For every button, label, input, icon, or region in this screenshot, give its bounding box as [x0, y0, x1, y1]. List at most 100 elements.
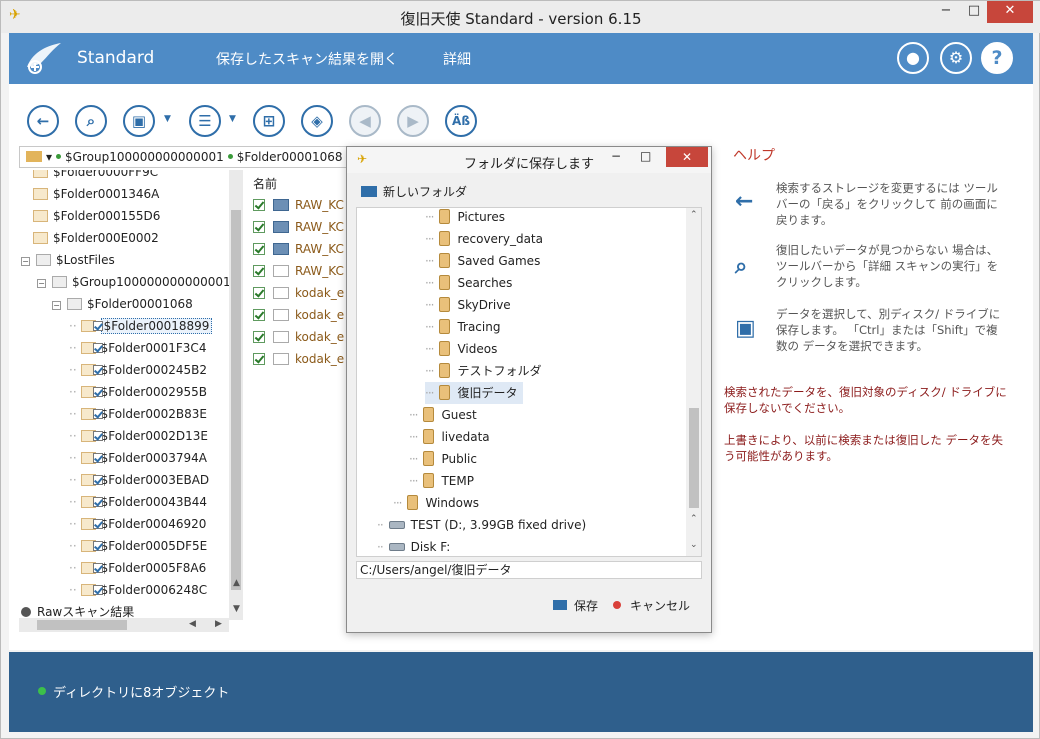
scrollbar-thumb[interactable] — [689, 408, 699, 508]
checkbox[interactable] — [253, 309, 265, 321]
tree-item[interactable]: ·· $Folder0006248C — [69, 580, 207, 600]
dialog-tree-item[interactable]: ·· TEST (D:, 3.99GB fixed drive) — [377, 514, 586, 536]
dialog-save-button[interactable]: 保存 — [553, 597, 598, 614]
checkbox[interactable] — [92, 475, 103, 485]
dialog-tree-item[interactable]: ··· Searches — [425, 272, 512, 294]
checkbox[interactable] — [253, 199, 265, 211]
grid-view-button[interactable]: ⊞ — [253, 105, 285, 137]
checkbox[interactable] — [92, 343, 103, 353]
file-row[interactable]: RAW_KC — [253, 194, 344, 216]
tree-item[interactable]: ·· $Folder0002955B — [69, 382, 207, 402]
radio-icon[interactable] — [21, 607, 31, 617]
new-folder-button[interactable]: 新しいフォルダ — [361, 183, 467, 200]
tree-horizontal-scrollbar[interactable] — [19, 618, 229, 632]
dialog-tree-item[interactable]: ··· テストフォルダ — [425, 360, 541, 382]
checkbox[interactable] — [253, 331, 265, 343]
checkbox[interactable] — [92, 321, 103, 331]
tree-item[interactable]: − $Group100000000000001 — [37, 272, 231, 292]
file-row[interactable]: RAW_KC — [253, 238, 344, 260]
help-button[interactable]: ? — [981, 42, 1013, 74]
dialog-tree-item[interactable]: ··· Windows — [393, 492, 479, 514]
close-button[interactable]: ✕ — [987, 1, 1033, 23]
maximize-button[interactable]: □ — [640, 149, 651, 163]
tree-item[interactable]: ·· $Folder0005DF5E — [69, 536, 207, 556]
find-button[interactable]: ◈ — [301, 105, 333, 137]
destination-path-field[interactable]: C:/Users/angel/復旧データ — [356, 561, 702, 579]
next-button[interactable]: ▶ — [397, 105, 429, 137]
dialog-tree-scrollbar[interactable]: ⌃ ⌃ ⌄ — [686, 208, 701, 556]
checkbox[interactable] — [92, 387, 103, 397]
checkbox[interactable] — [253, 353, 265, 365]
list-view-button[interactable]: ☰ — [189, 105, 221, 137]
collapse-icon[interactable]: − — [21, 257, 30, 266]
tree-item[interactable]: $Folder0001346A — [33, 184, 159, 204]
tree-item[interactable]: ·· $Folder00043B44 — [69, 492, 207, 512]
tree-item[interactable]: ·· $Folder0001F3C4 — [69, 338, 206, 358]
checkbox[interactable] — [92, 453, 103, 463]
minimize-button[interactable]: − — [611, 149, 621, 163]
menu-open-saved-scan[interactable]: 保存したスキャン結果を開く — [216, 49, 398, 69]
checkbox[interactable] — [253, 243, 265, 255]
tree-item[interactable]: $Folder000155D6 — [33, 206, 160, 226]
maximize-button[interactable]: □ — [959, 1, 989, 23]
previous-button[interactable]: ◀ — [349, 105, 381, 137]
save-dropdown-icon[interactable]: ▼ — [164, 114, 171, 124]
dialog-folder-tree[interactable]: ··· Pictures ··· recovery_data ··· Saved Ga… — [356, 207, 702, 557]
dialog-tree-item[interactable]: ··· Guest — [409, 404, 477, 426]
checkbox[interactable] — [253, 221, 265, 233]
checkbox[interactable] — [253, 265, 265, 277]
view-dropdown-icon[interactable]: ▼ — [229, 114, 236, 124]
tree-item[interactable]: ·· $Folder0002D13E — [69, 426, 208, 446]
tree-item[interactable]: $Folder0000FF9C — [33, 170, 158, 182]
scroll-left-icon[interactable]: ◀ — [189, 619, 196, 629]
tree-item[interactable]: ·· $Folder0003794A — [69, 448, 207, 468]
tree-item[interactable]: ·· $Folder0002B83E — [69, 404, 207, 424]
checkbox[interactable] — [92, 585, 103, 595]
minimize-button[interactable]: − — [931, 1, 961, 23]
tree-item[interactable]: ·· $Folder000245B2 — [69, 360, 207, 380]
menu-details[interactable]: 詳細 — [443, 49, 471, 69]
dialog-tree-item-selected[interactable]: ··· 復旧データ — [425, 382, 524, 404]
checkbox[interactable] — [92, 541, 103, 551]
path-dropdown-icon[interactable]: ▾ — [46, 150, 52, 164]
file-row[interactable]: kodak_e — [253, 304, 344, 326]
collapse-icon[interactable]: − — [52, 301, 61, 310]
dialog-tree-item[interactable]: ··· Tracing — [425, 316, 500, 338]
checkbox[interactable] — [92, 431, 103, 441]
dialog-tree-item[interactable]: ··· recovery_data — [425, 228, 543, 250]
dialog-tree-item[interactable]: ··· livedata — [409, 426, 490, 448]
dialog-tree-item[interactable]: ··· Videos — [425, 338, 497, 360]
scroll-up-icon[interactable]: ⌃ — [690, 210, 698, 220]
file-row[interactable]: RAW_KC — [253, 216, 344, 238]
back-button[interactable]: ← — [27, 105, 59, 137]
dialog-tree-item[interactable]: ··· SkyDrive — [425, 294, 511, 316]
tree-item[interactable]: − $Folder00001068 — [52, 294, 193, 314]
checkbox[interactable] — [92, 365, 103, 375]
settings-button[interactable]: ⚙ — [940, 42, 972, 74]
collapse-icon[interactable]: − — [37, 279, 46, 288]
tree-item[interactable]: ·· $Folder0003EBAD — [69, 470, 209, 490]
folder-tree[interactable]: $Folder0000FF9C $Folder0001346A $Folder0… — [19, 170, 241, 632]
checkbox[interactable] — [92, 409, 103, 419]
dialog-tree-item[interactable]: ··· TEMP — [409, 470, 474, 492]
checkbox[interactable] — [92, 497, 103, 507]
tree-item[interactable]: − $LostFiles — [21, 250, 115, 270]
file-row[interactable]: kodak_e — [253, 348, 344, 370]
dialog-tree-item[interactable]: ··· Public — [409, 448, 477, 470]
checkbox[interactable] — [253, 287, 265, 299]
scan-button[interactable]: ⌕ — [75, 105, 107, 137]
scroll-down-icon[interactable]: ▼ — [233, 604, 240, 614]
tree-item[interactable]: ·· $Folder00018899 — [69, 316, 213, 336]
breadcrumb-item[interactable]: $Folder00001068 — [237, 150, 343, 164]
scroll-right-icon[interactable]: ▶ — [215, 619, 222, 629]
scrollbar-thumb[interactable] — [37, 620, 127, 630]
scrollbar-thumb[interactable] — [231, 210, 241, 590]
file-row[interactable]: kodak_e — [253, 326, 344, 348]
save-button[interactable]: ▣ — [123, 105, 155, 137]
dialog-cancel-button[interactable]: キャンセル — [613, 597, 690, 614]
scroll-down-icon[interactable]: ⌄ — [690, 540, 698, 550]
file-row[interactable]: kodak_e — [253, 282, 344, 304]
font-button[interactable]: Äß — [445, 105, 477, 137]
dialog-close-button[interactable]: ✕ — [666, 147, 708, 167]
dialog-tree-item[interactable]: ··· Saved Games — [425, 250, 540, 272]
